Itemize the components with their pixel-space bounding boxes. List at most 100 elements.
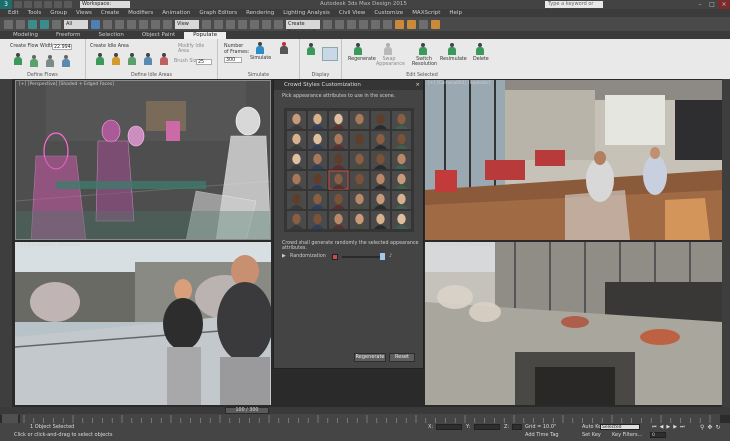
viewport-camera-cafe[interactable]: [+] [Camera001] [Realistic] xyxy=(425,80,722,240)
reset-dialog-button[interactable]: Reset xyxy=(389,353,415,362)
window-crossing-icon[interactable] xyxy=(127,19,136,29)
z-coordinate-field[interactable] xyxy=(512,424,522,430)
idle-area-free-icon[interactable] xyxy=(142,53,154,65)
timeline-ruler[interactable] xyxy=(20,414,720,423)
display-people-icon[interactable] xyxy=(305,43,317,55)
close-button[interactable]: × xyxy=(718,0,730,9)
menu-tools[interactable]: Tools xyxy=(28,10,42,16)
save-icon[interactable] xyxy=(34,1,42,8)
snap-toggle-icon[interactable] xyxy=(238,19,247,29)
menu-lighting-analysis[interactable]: Lighting Analysis xyxy=(283,10,330,16)
x-coordinate-field[interactable] xyxy=(436,424,462,430)
tab-object-paint[interactable]: Object Paint xyxy=(133,32,184,39)
viewport-camera-plaza[interactable]: [+] [Camera003] [Realistic] xyxy=(425,242,722,405)
simulate-options-icon[interactable] xyxy=(278,42,290,54)
new-icon[interactable] xyxy=(14,1,22,8)
viewport-label-tr[interactable]: [+] [Camera001] [Realistic] xyxy=(428,81,490,86)
move-icon[interactable] xyxy=(139,19,148,29)
viewport-perspective[interactable]: [+] [Perspective] [Shaded + Edged Faces] xyxy=(15,80,271,240)
undo-icon[interactable] xyxy=(4,19,13,29)
rendered-frame-window-icon[interactable] xyxy=(419,19,428,29)
redo-icon[interactable] xyxy=(16,19,25,29)
menu-animation[interactable]: Animation xyxy=(162,10,190,16)
select-manipulate-icon[interactable] xyxy=(214,19,223,29)
menu-views[interactable]: Views xyxy=(76,10,92,16)
orbit-icon[interactable]: ↻ xyxy=(715,424,720,431)
menu-create[interactable]: Create xyxy=(101,10,119,16)
menu-edit[interactable]: Edit xyxy=(8,10,19,16)
rectangular-selection-icon[interactable] xyxy=(115,19,124,29)
rotate-icon[interactable] xyxy=(151,19,160,29)
material-editor-icon[interactable] xyxy=(395,19,404,29)
idle-area-rectangle-icon[interactable] xyxy=(110,53,122,65)
add-ramp-icon[interactable] xyxy=(44,55,56,67)
bind-space-warp-icon[interactable] xyxy=(52,19,61,29)
hold-icon[interactable] xyxy=(64,1,72,8)
set-key-button[interactable]: Set Key xyxy=(582,432,601,438)
workspace-selector[interactable]: Workspace: Default xyxy=(80,1,130,14)
simulate-button[interactable] xyxy=(254,42,266,54)
randomization-slider-track[interactable] xyxy=(342,256,384,258)
tab-populate[interactable]: Populate xyxy=(184,32,227,39)
mini-listener-icon[interactable] xyxy=(2,414,18,423)
maximize-button[interactable]: □ xyxy=(706,0,718,9)
schematic-view-icon[interactable] xyxy=(383,19,392,29)
link-icon[interactable] xyxy=(28,19,37,29)
previous-frame-icon[interactable]: ◀ xyxy=(660,424,664,430)
speaker-icon[interactable]: ♪ xyxy=(389,253,392,259)
width-field[interactable]: 22.994 xyxy=(52,44,72,50)
undo-icon[interactable] xyxy=(44,1,52,8)
selection-filter-dropdown[interactable]: All xyxy=(64,19,88,29)
menu-rendering[interactable]: Rendering xyxy=(246,10,274,16)
menu-group[interactable]: Group xyxy=(50,10,67,16)
time-slider[interactable]: 100 / 300 xyxy=(225,407,269,414)
tab-modeling[interactable]: Modeling xyxy=(4,32,47,39)
open-icon[interactable] xyxy=(24,1,32,8)
idle-area-spline-icon[interactable] xyxy=(158,53,170,65)
create-flow-button[interactable] xyxy=(12,53,24,65)
play-icon[interactable]: ▶ xyxy=(282,253,286,259)
pivot-center-icon[interactable] xyxy=(202,19,211,29)
menu-help[interactable]: Help xyxy=(449,10,462,16)
app-logo[interactable]: 3 xyxy=(0,0,12,9)
menu-customize[interactable]: Customize xyxy=(374,10,403,16)
select-object-icon[interactable] xyxy=(91,19,100,29)
minimize-button[interactable]: – xyxy=(694,0,706,9)
menu-maxscript[interactable]: MAXScript xyxy=(412,10,440,16)
tab-selection[interactable]: Selection xyxy=(90,32,133,39)
swap-appearance-button[interactable] xyxy=(382,43,394,55)
menu-civil-view[interactable]: Civil View xyxy=(339,10,365,16)
resimulate-button[interactable] xyxy=(446,43,458,55)
viewport-label-bl[interactable]: [+] [Camera002] [Realistic] xyxy=(18,243,80,248)
delete-button[interactable] xyxy=(474,43,486,55)
menu-graph-editors[interactable]: Graph Editors xyxy=(199,10,237,16)
angle-snap-icon[interactable] xyxy=(250,19,259,29)
key-filters-button[interactable]: Key Filters... xyxy=(612,432,642,438)
scale-icon[interactable] xyxy=(163,19,172,29)
unlink-icon[interactable] xyxy=(40,19,49,29)
go-to-start-icon[interactable]: ⏮ xyxy=(652,424,657,430)
search-input[interactable]: Type a keyword or phrase xyxy=(545,1,603,14)
regenerate-button[interactable] xyxy=(352,43,364,55)
brush-size-field[interactable]: 25 xyxy=(196,59,212,65)
select-by-name-icon[interactable] xyxy=(103,19,112,29)
current-frame-field[interactable]: 0 xyxy=(650,432,666,438)
redo-icon[interactable] xyxy=(54,1,62,8)
render-production-icon[interactable] xyxy=(431,19,440,29)
layer-manager-icon[interactable] xyxy=(347,19,356,29)
flow-icon[interactable] xyxy=(28,55,40,67)
dialog-title-bar[interactable]: Crowd Styles Customization × xyxy=(274,80,423,90)
viewport-camera-joggers[interactable]: [+] [Camera002] [Realistic] xyxy=(15,242,271,405)
create-idle-area-button[interactable] xyxy=(94,53,106,65)
next-frame-icon[interactable]: ▶ xyxy=(673,424,677,430)
add-time-tag[interactable]: Add Time Tag xyxy=(525,432,559,438)
keyboard-shortcut-icon[interactable] xyxy=(226,19,235,29)
spinner-snap-icon[interactable] xyxy=(274,19,283,29)
randomization-slider-handle[interactable] xyxy=(380,253,385,260)
zoom-icon[interactable]: ⚲ xyxy=(700,424,704,431)
named-selection-set-dropdown[interactable]: Create Selection Se xyxy=(286,19,320,36)
render-setup-icon[interactable] xyxy=(407,19,416,29)
pan-icon[interactable]: ✥ xyxy=(707,424,712,431)
dialog-close-button[interactable]: × xyxy=(415,80,420,90)
viewport-label-br[interactable]: [+] [Camera003] [Realistic] xyxy=(428,243,490,248)
